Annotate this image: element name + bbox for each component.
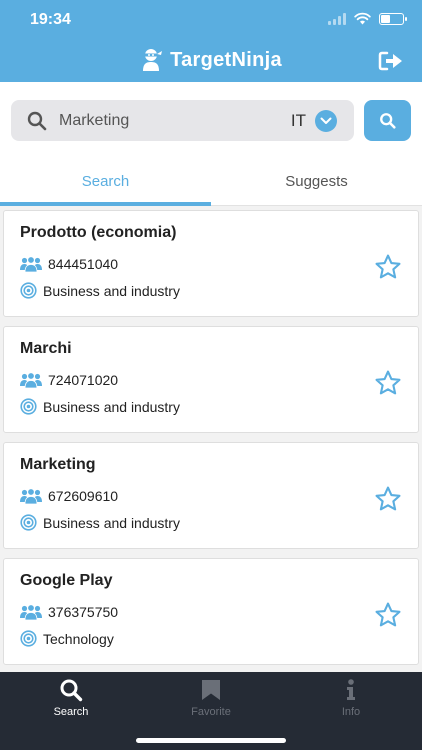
search-button[interactable] (364, 100, 411, 141)
search-box[interactable]: IT (11, 100, 354, 141)
category-label: Technology (43, 630, 114, 647)
tabbar-search-label: Search (53, 706, 89, 718)
result-card[interactable]: Marketing 672609610 Business and industr… (3, 442, 419, 549)
logout-icon (378, 51, 402, 71)
users-icon (20, 256, 42, 272)
wifi-icon (354, 12, 371, 25)
search-icon (379, 112, 396, 129)
tab-suggests[interactable]: Suggests (211, 156, 422, 206)
users-icon (20, 372, 42, 388)
tabbar-info[interactable]: Info (281, 678, 421, 728)
results-list: Prodotto (economia) 844451040 Business a… (0, 206, 422, 672)
target-icon (20, 630, 37, 647)
language-code[interactable]: IT (291, 111, 306, 131)
info-icon (347, 679, 355, 700)
category-row: Technology (20, 630, 114, 647)
audience-row: 376375750 (20, 604, 118, 620)
category-row: Business and industry (20, 282, 180, 299)
users-icon (20, 604, 42, 620)
language-dropdown[interactable] (315, 110, 337, 132)
tabbar-favorite[interactable]: Favorite (141, 678, 281, 728)
search-icon (27, 111, 47, 131)
audience-count: 672609610 (48, 488, 119, 504)
home-indicator (136, 738, 286, 743)
result-card[interactable]: Marchi 724071020 Business and industry (3, 326, 419, 433)
star-icon[interactable] (374, 485, 402, 513)
ninja-logo-icon (143, 49, 163, 71)
status-bar: 19:34 (0, 0, 422, 40)
audience-count: 724071020 (48, 372, 119, 388)
search-area: IT (0, 82, 422, 156)
star-icon[interactable] (374, 253, 402, 281)
target-icon (20, 398, 37, 415)
status-icons (328, 12, 407, 25)
result-card[interactable]: Google Play 376375750 Technology (3, 558, 419, 665)
target-icon (20, 514, 37, 531)
result-title: Marketing (20, 456, 96, 473)
cellular-signal-icon (328, 12, 346, 25)
category-label: Business and industry (43, 282, 180, 299)
bookmark-icon (202, 680, 220, 700)
category-label: Business and industry (43, 398, 180, 415)
category-row: Business and industry (20, 514, 180, 531)
audience-count: 844451040 (48, 256, 119, 272)
battery-icon (379, 12, 407, 25)
status-time: 19:34 (30, 11, 71, 28)
target-icon (20, 282, 37, 299)
star-icon[interactable] (374, 601, 402, 629)
result-title: Google Play (20, 572, 113, 589)
audience-count: 376375750 (48, 604, 119, 620)
tabbar-info-label: Info (341, 706, 361, 718)
app-header: 19:34 TargetNinja (0, 0, 422, 82)
result-title: Marchi (20, 340, 72, 357)
star-icon[interactable] (374, 369, 402, 397)
chevron-down-icon (320, 117, 332, 124)
brand: TargetNinja (0, 48, 422, 72)
audience-row: 672609610 (20, 488, 118, 504)
audience-row: 844451040 (20, 256, 118, 272)
users-icon (20, 488, 42, 504)
audience-row: 724071020 (20, 372, 118, 388)
category-label: Business and industry (43, 514, 180, 531)
result-card[interactable]: Prodotto (economia) 844451040 Business a… (3, 210, 419, 317)
result-title: Prodotto (economia) (20, 224, 177, 241)
app-title: TargetNinja (170, 48, 282, 71)
search-input[interactable] (59, 100, 279, 141)
tabbar-favorite-label: Favorite (191, 706, 231, 718)
search-icon (60, 679, 83, 702)
category-row: Business and industry (20, 398, 180, 415)
tab-search[interactable]: Search (0, 156, 211, 206)
logout-button[interactable] (378, 50, 404, 72)
tabbar-search[interactable]: Search (1, 678, 141, 728)
tab-strip: Search Suggests (0, 156, 422, 206)
